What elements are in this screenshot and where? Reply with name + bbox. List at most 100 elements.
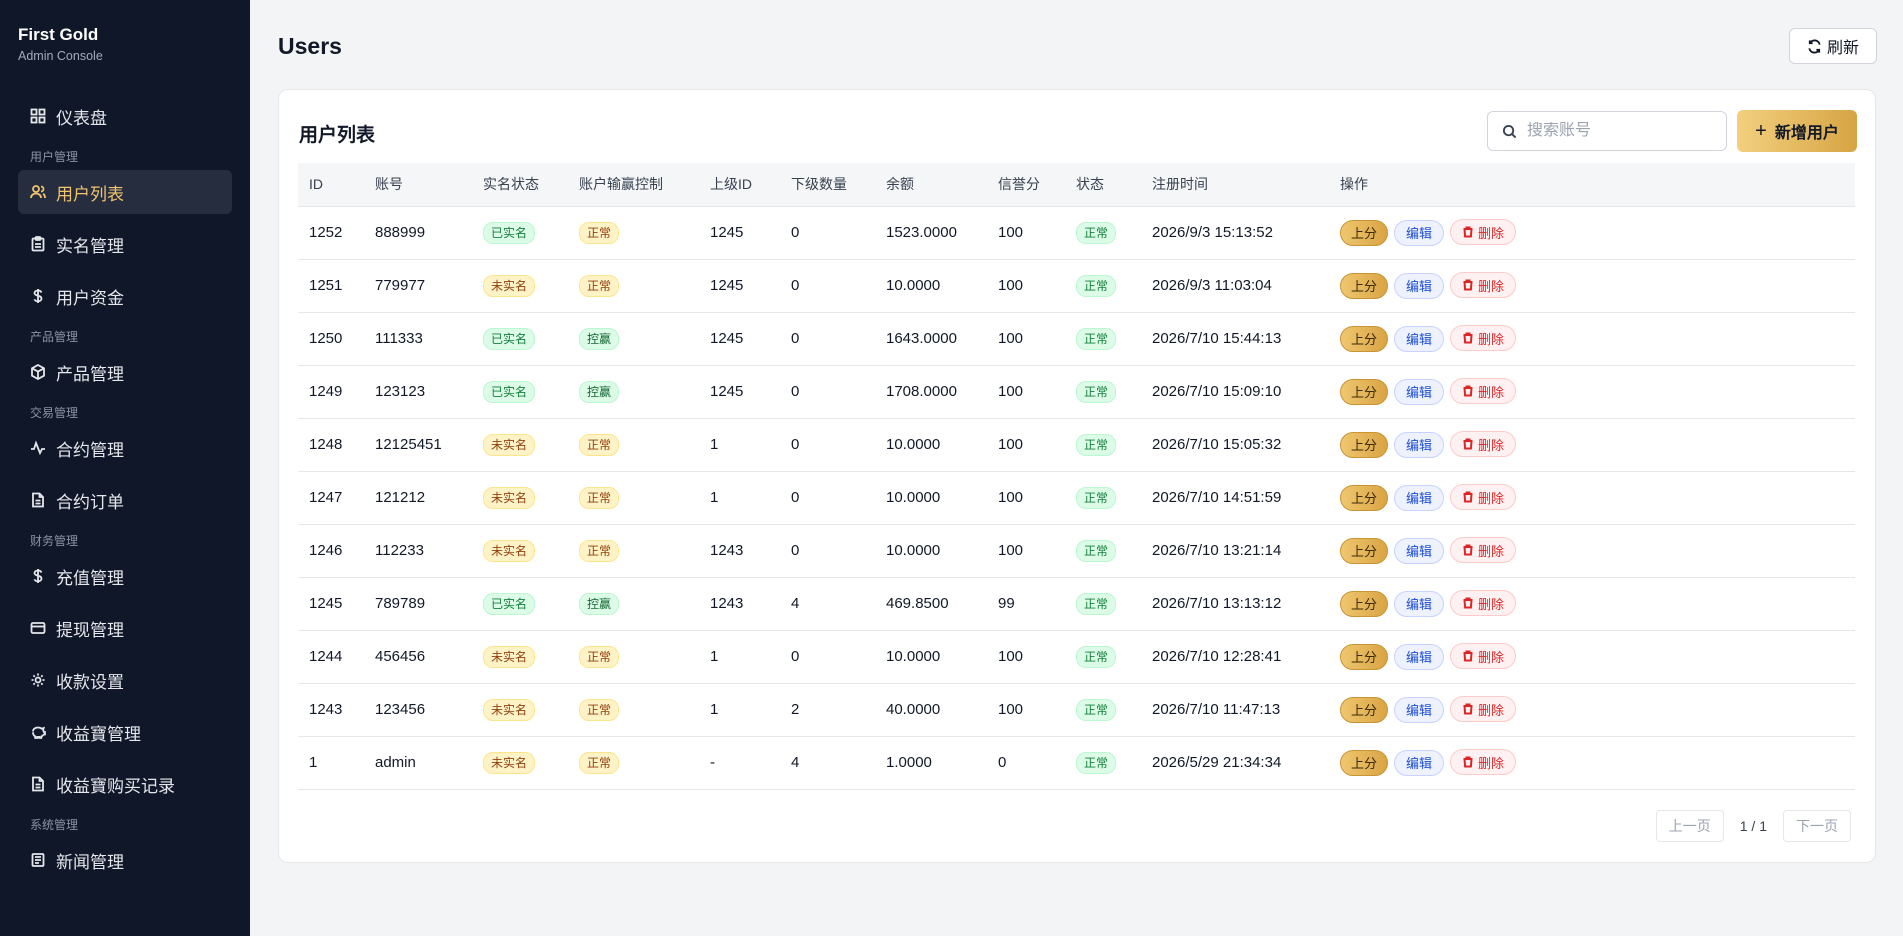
cell-registered-time: 2026/7/10 13:21:14	[1141, 524, 1329, 578]
main-content: Users 刷新 用户列表 + 新增用户 ID账号实名状态账户输赢控制上级ID下…	[250, 0, 1903, 936]
delete-button[interactable]: 删除	[1450, 696, 1516, 723]
edit-button[interactable]: 编辑	[1394, 643, 1444, 670]
cell-realname-badge: 未实名	[472, 683, 568, 737]
cell-actions: 上分 编辑 删除	[1329, 577, 1855, 631]
cell-parent-id: 1243	[699, 524, 780, 578]
edit-button[interactable]: 编辑	[1394, 484, 1444, 511]
refresh-button[interactable]: 刷新	[1789, 28, 1877, 64]
sidebar-item-label: 收益寶购买记录	[56, 776, 175, 796]
delete-button[interactable]: 删除	[1450, 272, 1516, 299]
cell-credit-score: 99	[987, 577, 1065, 631]
trash-icon	[1463, 703, 1473, 715]
sidebar-item-payment[interactable]: 收款设置	[18, 658, 232, 702]
trash-icon	[1463, 226, 1473, 238]
delete-button[interactable]: 删除	[1450, 537, 1516, 564]
cell-balance: 1643.0000	[875, 312, 987, 366]
cell-registered-time: 2026/5/29 21:34:34	[1141, 736, 1329, 790]
search-input[interactable]	[1527, 122, 1707, 140]
search-box	[1487, 111, 1727, 151]
cell-realname-badge: 已实名	[472, 577, 568, 631]
delete-button[interactable]: 删除	[1450, 590, 1516, 617]
edit-button[interactable]: 编辑	[1394, 378, 1444, 405]
delete-button[interactable]: 删除	[1450, 378, 1516, 405]
prev-page-button[interactable]: 上一页	[1655, 810, 1724, 842]
table-row: 1250 111333 已实名 控赢 1245 0 1643.0000 100 正常 2026/7…	[298, 312, 1855, 366]
next-page-button[interactable]: 下一页	[1783, 810, 1851, 842]
add-points-button[interactable]: 上分	[1340, 537, 1388, 564]
add-points-button[interactable]: 上分	[1340, 219, 1388, 246]
cell-registered-time: 2026/7/10 15:44:13	[1141, 312, 1329, 366]
realname-badge: 未实名	[483, 539, 536, 562]
sidebar-item-dashboard[interactable]: 仪表盘	[18, 94, 232, 138]
sidebar-item-products[interactable]: 产品管理	[18, 350, 232, 394]
piggy-bank-icon	[30, 724, 46, 740]
cell-realname-badge: 未实名	[472, 524, 568, 578]
sidebar-item-yield-records[interactable]: 收益寶购买记录	[18, 762, 232, 806]
sidebar-item-realname[interactable]: 实名管理	[18, 222, 232, 266]
sidebar-item-yield[interactable]: 收益寶管理	[18, 710, 232, 754]
cell-actions: 上分 编辑 删除	[1329, 312, 1855, 366]
sidebar-item-users[interactable]: 用户列表	[18, 170, 232, 214]
add-points-button[interactable]: 上分	[1340, 484, 1388, 511]
sidebar-item-contracts[interactable]: 合约管理	[18, 426, 232, 470]
trash-icon	[1463, 544, 1473, 556]
cell-children-count: 0	[780, 630, 875, 684]
cell-children-count: 0	[780, 365, 875, 419]
control-badge: 正常	[579, 751, 620, 774]
edit-button[interactable]: 编辑	[1394, 219, 1444, 246]
add-points-button[interactable]: 上分	[1340, 378, 1388, 405]
trash-icon	[1463, 597, 1473, 609]
table-body: 1252 888999 已实名 正常 1245 0 1523.0000 100 正常 2026/9…	[298, 206, 1855, 790]
edit-button[interactable]: 编辑	[1394, 696, 1444, 723]
edit-button[interactable]: 编辑	[1394, 537, 1444, 564]
sidebar-item-news[interactable]: 新闻管理	[18, 838, 232, 882]
cell-actions: 上分 编辑 删除	[1329, 471, 1855, 525]
delete-button[interactable]: 删除	[1450, 749, 1516, 776]
add-points-button[interactable]: 上分	[1340, 643, 1388, 670]
sidebar-item-withdraw[interactable]: 提现管理	[18, 606, 232, 650]
delete-button[interactable]: 删除	[1450, 484, 1516, 511]
delete-button[interactable]: 删除	[1450, 431, 1516, 458]
cell-balance: 1.0000	[875, 736, 987, 790]
edit-button[interactable]: 编辑	[1394, 590, 1444, 617]
delete-button[interactable]: 删除	[1450, 325, 1516, 352]
realname-badge: 已实名	[483, 327, 536, 350]
cell-parent-id: -	[699, 736, 780, 790]
cell-credit-score: 0	[987, 736, 1065, 790]
search-icon	[1502, 124, 1517, 138]
status-badge: 正常	[1076, 751, 1117, 774]
add-points-button[interactable]: 上分	[1340, 590, 1388, 617]
sidebar-item-orders[interactable]: 合约订单	[18, 478, 232, 522]
delete-button[interactable]: 删除	[1450, 643, 1516, 670]
delete-label: 删除	[1477, 384, 1504, 400]
add-points-button[interactable]: 上分	[1340, 272, 1388, 299]
control-badge: 正常	[579, 274, 620, 297]
control-badge: 正常	[579, 645, 620, 668]
add-points-button[interactable]: 上分	[1340, 431, 1388, 458]
cell-status-badge: 正常	[1065, 206, 1141, 260]
column-header: 状态	[1065, 163, 1141, 207]
cell-realname-badge: 未实名	[472, 418, 568, 472]
cell-parent-id: 1	[699, 630, 780, 684]
add-user-button[interactable]: + 新增用户	[1737, 110, 1857, 152]
edit-button[interactable]: 编辑	[1394, 325, 1444, 352]
file-icon	[30, 776, 46, 792]
edit-button[interactable]: 编辑	[1394, 272, 1444, 299]
sidebar-item-recharge[interactable]: 充值管理	[18, 554, 232, 598]
add-points-button[interactable]: 上分	[1340, 749, 1388, 776]
add-points-button[interactable]: 上分	[1340, 696, 1388, 723]
cell-control-badge: 控赢	[568, 312, 699, 366]
delete-button[interactable]: 删除	[1450, 219, 1516, 246]
credit-card-icon	[30, 620, 46, 636]
add-points-button[interactable]: 上分	[1340, 325, 1388, 352]
cell-status-badge: 正常	[1065, 683, 1141, 737]
cell-balance: 40.0000	[875, 683, 987, 737]
sidebar-item-funds[interactable]: 用户资金	[18, 274, 232, 318]
edit-button[interactable]: 编辑	[1394, 749, 1444, 776]
cell-parent-id: 1	[699, 683, 780, 737]
cell-account: 123123	[364, 365, 472, 419]
edit-button[interactable]: 编辑	[1394, 431, 1444, 458]
cell-control-badge: 正常	[568, 683, 699, 737]
realname-badge: 未实名	[483, 433, 536, 456]
column-header: 下级数量	[780, 163, 875, 207]
